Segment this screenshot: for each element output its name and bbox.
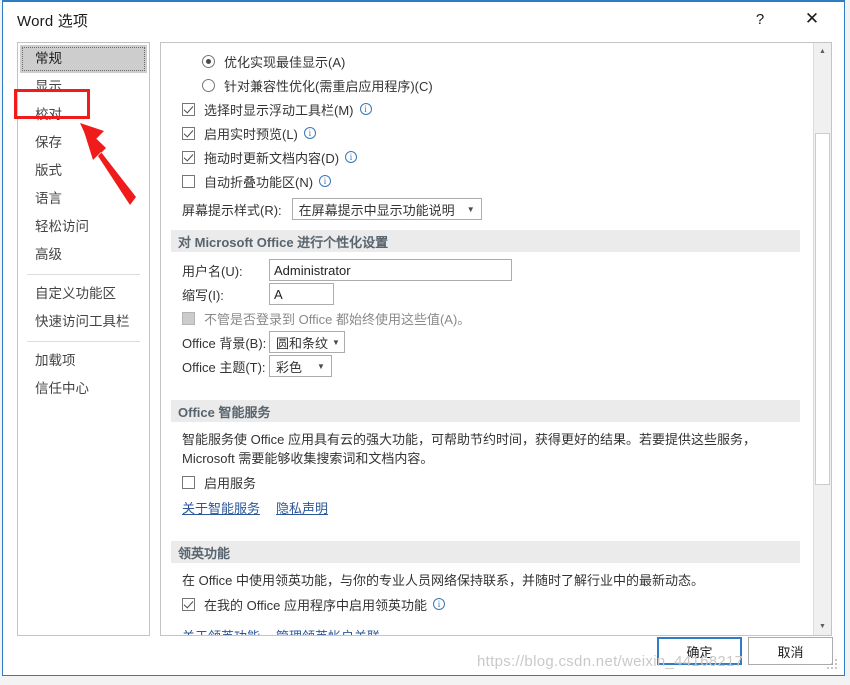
- close-button[interactable]: ✕: [790, 4, 834, 34]
- page-title: Word 选项: [17, 13, 89, 30]
- sidebar-item-trust-center[interactable]: 信任中心: [18, 375, 149, 403]
- office-background-dropdown[interactable]: 圆和条纹 ▼: [269, 331, 345, 353]
- smart-services-links: 关于智能服务 隐私声明: [161, 494, 812, 517]
- resize-grip-icon[interactable]: [827, 659, 839, 671]
- option-label: 拖动时更新文档内容(D): [204, 150, 340, 166]
- office-background-label: Office 背景(B):: [182, 335, 267, 351]
- initials-row: 缩写(I):: [161, 282, 812, 306]
- info-icon[interactable]: i: [359, 103, 372, 115]
- checkbox-icon[interactable]: [182, 597, 195, 611]
- sidebar-item-proofing[interactable]: 校对: [18, 101, 149, 129]
- username-row: 用户名(U):: [161, 258, 812, 282]
- initials-input[interactable]: [269, 283, 334, 305]
- office-theme-dropdown[interactable]: 彩色 ▼: [269, 355, 332, 377]
- option-optimize-best-appearance[interactable]: 优化实现最佳显示(A): [161, 49, 812, 73]
- word-options-dialog: Word 选项 ? ✕ 常规 显示 校对 保存 版式 语言 轻松访问 高级 自定…: [2, 0, 845, 676]
- option-label: 针对兼容性优化(需重启应用程序)(C): [224, 78, 433, 94]
- scrollbar-thumb[interactable]: [815, 133, 830, 485]
- office-background-value: 圆和条纹: [276, 335, 329, 351]
- option-label: 选择时显示浮动工具栏(M): [204, 102, 354, 118]
- checkbox-icon[interactable]: [182, 126, 195, 140]
- sidebar-item-general[interactable]: 常规: [20, 45, 147, 73]
- option-always-use-these-values[interactable]: 不管是否登录到 Office 都始终使用这些值(A)。: [161, 306, 812, 330]
- sidebar-item-customize-ribbon[interactable]: 自定义功能区: [18, 280, 149, 308]
- checkbox-icon[interactable]: [182, 475, 195, 489]
- office-theme-label: Office 主题(T):: [182, 359, 266, 375]
- dialog-titlebar: Word 选项 ? ✕: [3, 2, 844, 39]
- option-label: 优化实现最佳显示(A): [224, 54, 346, 70]
- linkedin-description: 在 Office 中使用领英功能，与你的专业人员网络保持联系，并随时了解行业中的…: [182, 573, 704, 588]
- help-button[interactable]: ?: [738, 4, 782, 34]
- screenshot-root: Word 选项 ? ✕ 常规 显示 校对 保存 版式 语言 轻松访问 高级 自定…: [0, 0, 850, 685]
- sidebar-divider-2: [27, 341, 140, 342]
- screentip-style-row: 屏幕提示样式(R): 在屏幕提示中显示功能说明 ▼: [161, 197, 812, 221]
- sidebar-item-advanced[interactable]: 高级: [18, 241, 149, 269]
- option-label: 在我的 Office 应用程序中启用领英功能: [204, 597, 427, 613]
- info-icon[interactable]: i: [319, 175, 332, 187]
- vertical-scrollbar[interactable]: ▲ ▼: [813, 43, 831, 635]
- screentip-style-dropdown[interactable]: 在屏幕提示中显示功能说明 ▼: [291, 198, 482, 220]
- screentip-style-value: 在屏幕提示中显示功能说明: [298, 202, 455, 218]
- section-header-linkedin: 领英功能: [171, 541, 800, 563]
- chevron-down-icon: ▼: [317, 361, 325, 371]
- option-collapse-ribbon[interactable]: 自动折叠功能区(N) i: [161, 169, 812, 193]
- sidebar-divider-1: [27, 274, 140, 275]
- options-pane: 优化实现最佳显示(A) 针对兼容性优化(需重启应用程序)(C) 选择时显示浮动工…: [160, 42, 832, 636]
- checkbox-icon[interactable]: [182, 102, 195, 116]
- link-about-smart-services[interactable]: 关于智能服务: [182, 498, 260, 517]
- option-enable-services[interactable]: 启用服务: [161, 470, 812, 494]
- option-label: 自动折叠功能区(N): [204, 174, 314, 190]
- sidebar-item-addins[interactable]: 加载项: [18, 347, 149, 375]
- username-input[interactable]: [269, 259, 512, 281]
- sidebar-item-display[interactable]: 显示: [18, 73, 149, 101]
- sidebar-item-layout[interactable]: 版式: [18, 157, 149, 185]
- checkbox-icon[interactable]: [182, 150, 195, 164]
- option-label: 启用实时预览(L): [204, 126, 298, 142]
- chevron-down-icon: ▼: [466, 204, 475, 214]
- sidebar: 常规 显示 校对 保存 版式 语言 轻松访问 高级 自定义功能区 快速访问工具栏…: [17, 42, 150, 636]
- link-about-linkedin-features[interactable]: 关于领英功能: [182, 626, 260, 635]
- office-theme-value: 彩色: [276, 359, 303, 375]
- radio-button-icon[interactable]: [202, 54, 215, 68]
- checkbox-icon[interactable]: [182, 311, 195, 325]
- username-label: 用户名(U):: [182, 263, 243, 279]
- radio-button-icon[interactable]: [202, 78, 215, 92]
- option-enable-linkedin[interactable]: 在我的 Office 应用程序中启用领英功能 i: [161, 592, 812, 616]
- sidebar-item-language[interactable]: 语言: [18, 185, 149, 213]
- option-label: 启用服务: [204, 475, 257, 491]
- info-icon[interactable]: i: [432, 598, 445, 610]
- info-icon[interactable]: i: [303, 127, 316, 139]
- smart-services-description: 智能服务使 Office 应用具有云的强大功能，可帮助节约时间，获得更好的结果。…: [182, 432, 756, 466]
- ok-button[interactable]: 确定: [657, 637, 742, 665]
- initials-label: 缩写(I):: [182, 287, 224, 303]
- option-live-preview[interactable]: 启用实时预览(L) i: [161, 121, 812, 145]
- chevron-down-icon: ▼: [332, 337, 340, 347]
- office-background-row: Office 背景(B): 圆和条纹 ▼: [161, 330, 812, 354]
- link-privacy-statement[interactable]: 隐私声明: [276, 498, 328, 517]
- office-theme-row: Office 主题(T): 彩色 ▼: [161, 354, 812, 378]
- option-update-document-on-drag[interactable]: 拖动时更新文档内容(D) i: [161, 145, 812, 169]
- info-icon[interactable]: i: [345, 151, 358, 163]
- options-pane-content: 优化实现最佳显示(A) 针对兼容性优化(需重启应用程序)(C) 选择时显示浮动工…: [161, 43, 812, 635]
- option-show-mini-toolbar[interactable]: 选择时显示浮动工具栏(M) i: [161, 97, 812, 121]
- section-header-personalize: 对 Microsoft Office 进行个性化设置: [171, 230, 800, 252]
- option-label: 不管是否登录到 Office 都始终使用这些值(A)。: [204, 311, 471, 327]
- linkedin-links: 关于领英功能 管理领英帐户关联: [182, 626, 380, 635]
- scroll-down-arrow-icon[interactable]: ▼: [814, 618, 831, 635]
- cancel-button[interactable]: 取消: [748, 637, 833, 665]
- sidebar-item-save[interactable]: 保存: [18, 129, 149, 157]
- sidebar-item-ease-of-access[interactable]: 轻松访问: [18, 213, 149, 241]
- link-manage-linkedin-account[interactable]: 管理领英帐户关联: [276, 626, 380, 635]
- sidebar-item-quick-access-toolbar[interactable]: 快速访问工具栏: [18, 308, 149, 336]
- scroll-up-arrow-icon[interactable]: ▲: [814, 43, 831, 60]
- checkbox-icon[interactable]: [182, 174, 195, 188]
- option-optimize-compatibility[interactable]: 针对兼容性优化(需重启应用程序)(C): [161, 73, 812, 97]
- screentip-style-label: 屏幕提示样式(R):: [182, 202, 282, 218]
- section-header-smart-services: Office 智能服务: [171, 400, 800, 422]
